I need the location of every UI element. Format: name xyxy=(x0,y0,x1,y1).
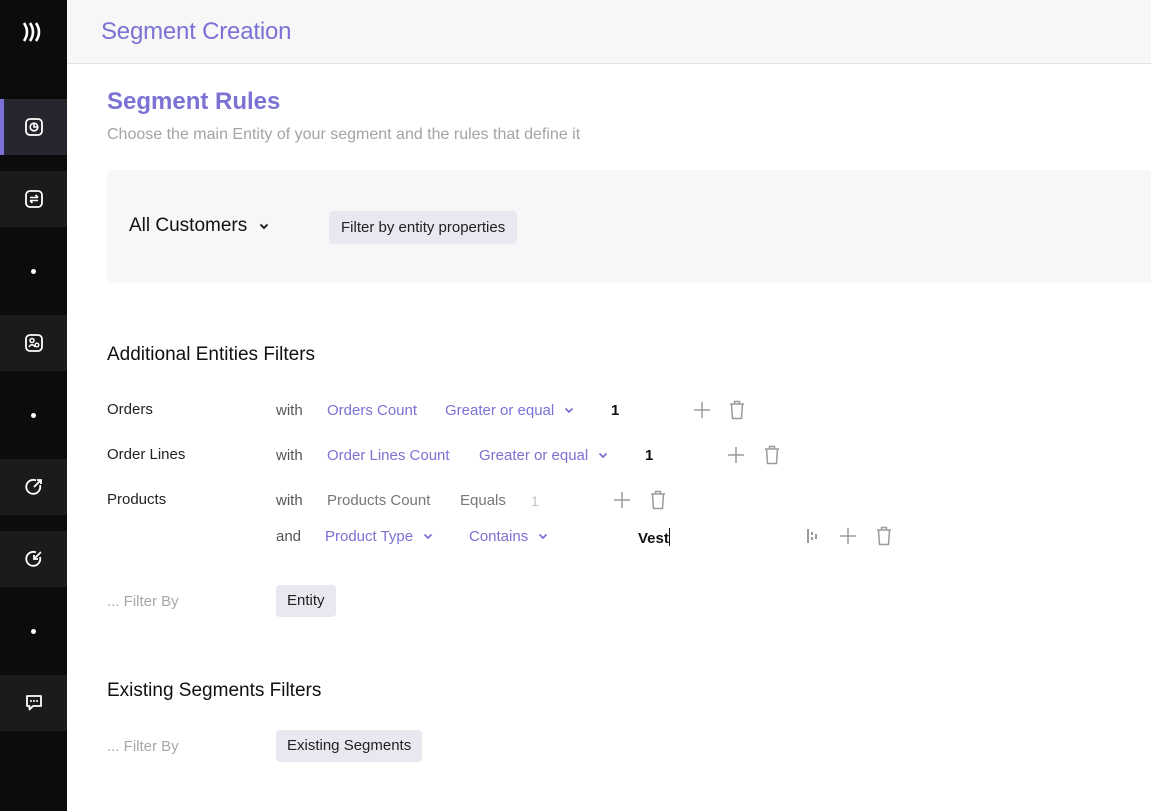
plus-icon[interactable] xyxy=(692,399,712,421)
operator-select-product-type[interactable]: Contains xyxy=(469,528,548,545)
segment-rules-title: Segment Rules xyxy=(107,88,281,115)
connector-and: and xyxy=(276,528,302,545)
operator-select-orders[interactable]: Greater or equal xyxy=(445,402,574,419)
field-select-product-type[interactable]: Product Type xyxy=(325,528,433,545)
nav-segments[interactable] xyxy=(0,99,67,155)
trash-icon[interactable] xyxy=(648,489,668,511)
text-caret xyxy=(668,528,670,546)
import-icon xyxy=(24,550,42,567)
value-input-order-lines[interactable]: 1 xyxy=(645,447,653,464)
add-existing-segment-filter-button[interactable]: Existing Segments xyxy=(276,730,423,762)
page-header: Segment Creation xyxy=(67,0,1151,64)
chat-icon xyxy=(25,695,42,711)
filter-by-label: ... Filter By xyxy=(107,593,179,610)
plus-icon[interactable] xyxy=(838,525,858,547)
chevron-down-icon xyxy=(599,452,608,459)
add-entity-filter-button[interactable]: Entity xyxy=(276,585,336,617)
filter-entity-products: Products xyxy=(107,491,167,508)
connector-with: with xyxy=(276,447,303,464)
field-select-products-count[interactable]: Products Count xyxy=(327,492,430,509)
nav-syncs[interactable] xyxy=(0,171,67,227)
main-entity-select[interactable]: All Customers xyxy=(129,215,269,237)
segments-icon xyxy=(24,118,43,136)
chevron-down-icon xyxy=(565,407,574,414)
app-logo[interactable] xyxy=(0,0,67,64)
operator-select-products[interactable]: Equals xyxy=(460,492,506,509)
value-input-orders[interactable]: 1 xyxy=(611,402,619,419)
column-picker-icon[interactable] xyxy=(803,525,823,547)
additional-filters-title: Additional Entities Filters xyxy=(107,344,316,365)
operator-select-order-lines[interactable]: Greater or equal xyxy=(479,447,608,464)
trash-icon[interactable] xyxy=(874,525,894,547)
existing-filters-title: Existing Segments Filters xyxy=(107,680,322,701)
exchange-icon xyxy=(24,190,43,208)
nav-dot-2[interactable] xyxy=(0,387,67,443)
value-input-product-type[interactable]: Vest xyxy=(638,528,670,547)
export-icon xyxy=(24,478,42,495)
filter-entity-orders: Orders xyxy=(107,401,153,418)
main-entity-value: All Customers xyxy=(129,215,248,236)
nav-import[interactable] xyxy=(0,531,67,587)
field-select-orders-count[interactable]: Orders Count xyxy=(327,402,417,419)
filter-entity-order-lines: Order Lines xyxy=(107,446,186,463)
audience-icon xyxy=(24,334,43,352)
dot-icon xyxy=(31,628,36,634)
plus-icon[interactable] xyxy=(612,489,632,511)
connector-with: with xyxy=(276,402,303,419)
value-input-products[interactable]: 1 xyxy=(531,493,539,509)
filter-by-label: ... Filter By xyxy=(107,738,179,755)
field-value: Order Lines Count xyxy=(327,447,450,464)
segment-rules-subtitle: Choose the main Entity of your segment a… xyxy=(107,126,581,143)
operator-value: Greater or equal xyxy=(479,447,589,464)
nav-dot-3[interactable] xyxy=(0,603,67,659)
trash-icon[interactable] xyxy=(727,399,747,421)
field-select-order-lines-count[interactable]: Order Lines Count xyxy=(327,447,450,464)
main-entity-panel: All Customers Filter by entity propertie… xyxy=(107,170,1151,283)
nav-dot-1[interactable] xyxy=(0,243,67,299)
chevron-down-icon xyxy=(539,533,548,540)
sidebar xyxy=(0,0,67,811)
page-title: Segment Creation xyxy=(101,18,292,45)
nav-chat[interactable] xyxy=(0,675,67,731)
field-value: Orders Count xyxy=(327,402,418,419)
waves-logo-icon xyxy=(22,22,40,42)
operator-value: Greater or equal xyxy=(445,402,555,419)
nav-audiences[interactable] xyxy=(0,315,67,371)
filter-by-properties-button[interactable]: Filter by entity properties xyxy=(329,211,518,244)
trash-icon[interactable] xyxy=(762,444,782,466)
typed-value: Vest xyxy=(638,530,669,547)
connector-with: with xyxy=(276,492,303,509)
chevron-down-icon xyxy=(423,533,433,540)
dot-icon xyxy=(31,268,36,274)
chevron-down-icon xyxy=(260,223,269,229)
nav-export[interactable] xyxy=(0,459,67,515)
dot-icon xyxy=(31,412,36,418)
plus-icon[interactable] xyxy=(726,444,746,466)
operator-value: Contains xyxy=(469,528,529,545)
field-value: Product Type xyxy=(325,528,414,545)
